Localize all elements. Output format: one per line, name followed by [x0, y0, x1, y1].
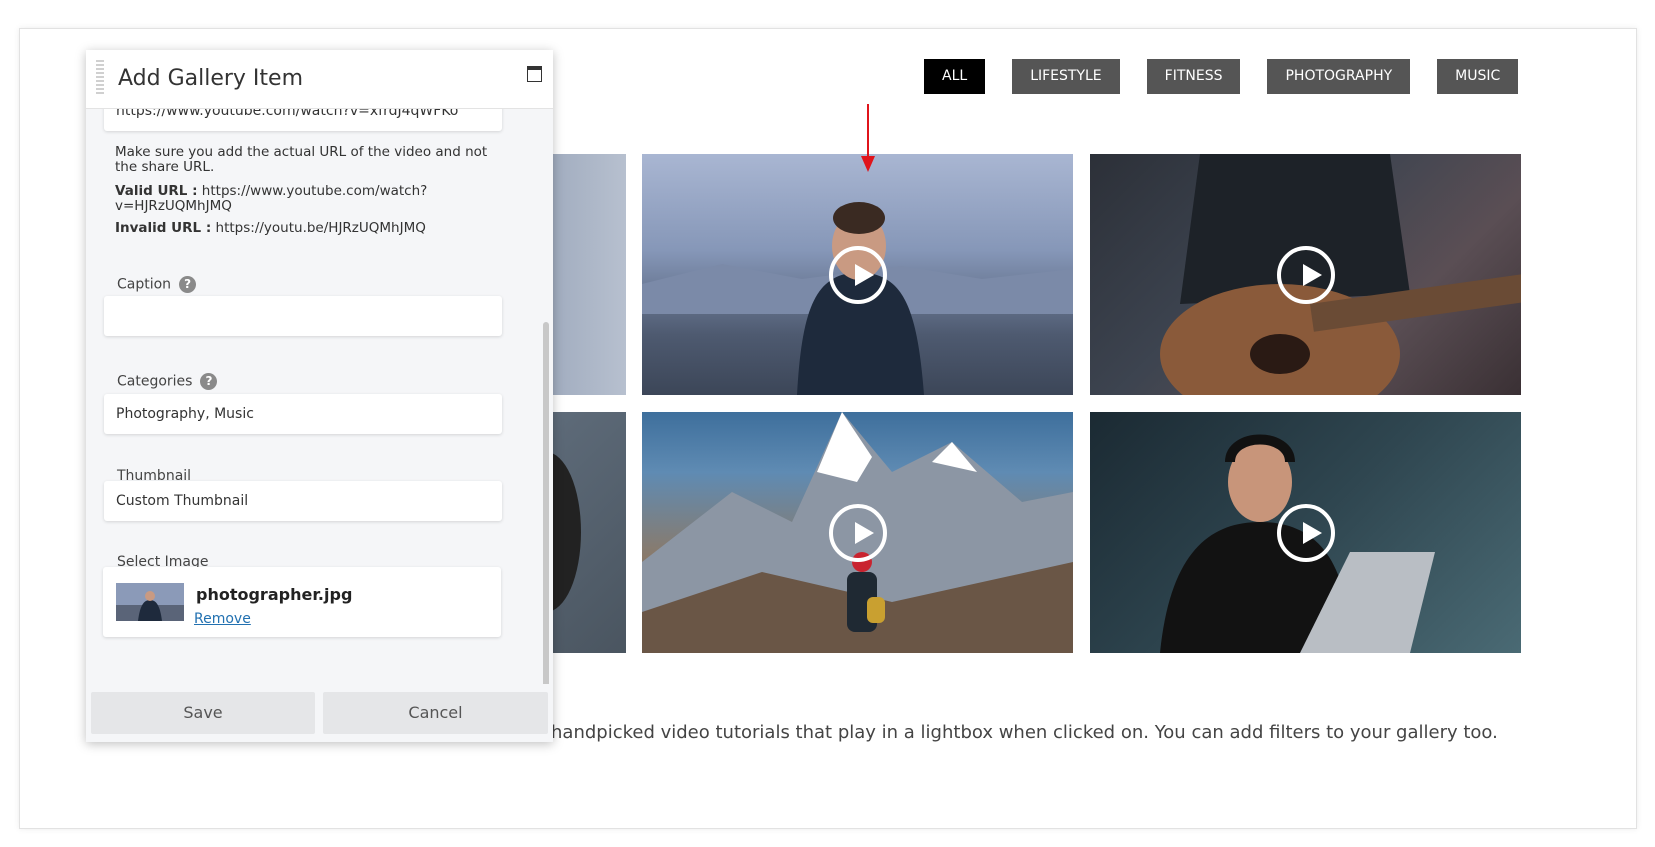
image-thumbnail [116, 583, 184, 621]
thumbnail-illustration [116, 583, 184, 621]
categories-label-text: Categories [117, 373, 193, 390]
annotation-arrow-down [861, 104, 875, 172]
gallery-description: handpicked video tutorials that play in … [551, 722, 1498, 743]
url-help-note: Make sure you add the actual URL of the … [115, 145, 495, 175]
filter-music[interactable]: MUSIC [1437, 59, 1519, 94]
add-gallery-item-dialog: Add Gallery Item https://www.youtube.com… [86, 50, 553, 742]
filter-all[interactable]: ALL [924, 59, 986, 94]
invalid-url-label: Invalid URL : [115, 220, 212, 236]
caption-label-text: Caption [117, 276, 172, 293]
caption-input[interactable] [104, 296, 502, 336]
dialog-title: Add Gallery Item [118, 66, 304, 91]
remove-image-link[interactable]: Remove [194, 611, 251, 627]
save-button[interactable]: Save [91, 692, 315, 734]
gallery-tile-6[interactable] [1090, 412, 1521, 653]
drag-handle-icon[interactable] [96, 60, 104, 96]
play-icon[interactable] [1276, 503, 1335, 562]
gallery-tile-2[interactable] [642, 154, 1073, 395]
caption-label: Caption? [117, 276, 197, 293]
dialog-header[interactable]: Add Gallery Item [86, 50, 553, 109]
valid-url-label: Valid URL : [115, 183, 198, 199]
play-icon[interactable] [828, 503, 887, 562]
selected-image-box: photographer.jpg Remove [103, 567, 501, 637]
dialog-body[interactable]: https://www.youtube.com/watch?v=xfrdJ4qW… [86, 108, 553, 684]
play-icon[interactable] [828, 245, 887, 304]
filter-lifestyle[interactable]: LIFESTYLE [1012, 59, 1120, 94]
url-note-text: Make sure you add the actual URL of the … [115, 144, 488, 175]
cancel-button[interactable]: Cancel [323, 692, 548, 734]
dialog-footer: Save Cancel [86, 684, 553, 742]
image-filename: photographer.jpg [196, 585, 353, 604]
help-icon[interactable]: ? [179, 276, 197, 293]
categories-label: Categories? [117, 373, 218, 390]
thumbnail-select[interactable]: Custom Thumbnail [104, 481, 502, 521]
gallery-tile-3[interactable] [1090, 154, 1521, 395]
filter-fitness[interactable]: FITNESS [1146, 59, 1241, 94]
video-url-input[interactable]: https://www.youtube.com/watch?v=xfrdJ4qW… [104, 108, 502, 131]
valid-url-example: Valid URL : https://www.youtube.com/watc… [115, 184, 495, 214]
categories-input[interactable]: Photography, Music [104, 394, 502, 434]
invalid-url-example: Invalid URL : https://youtu.be/HJRzUQMhJ… [115, 221, 495, 236]
filter-photography[interactable]: PHOTOGRAPHY [1267, 59, 1411, 94]
dialog-scrollbar[interactable] [543, 322, 549, 684]
help-icon[interactable]: ? [200, 373, 218, 390]
maximize-icon[interactable] [527, 66, 542, 82]
gallery-tile-5[interactable] [642, 412, 1073, 653]
gallery-filters: ALL LIFESTYLE FITNESS PHOTOGRAPHY MUSIC [924, 59, 1519, 94]
play-icon[interactable] [1276, 245, 1335, 304]
invalid-url-text: https://youtu.be/HJRzUQMhJMQ [215, 220, 426, 236]
